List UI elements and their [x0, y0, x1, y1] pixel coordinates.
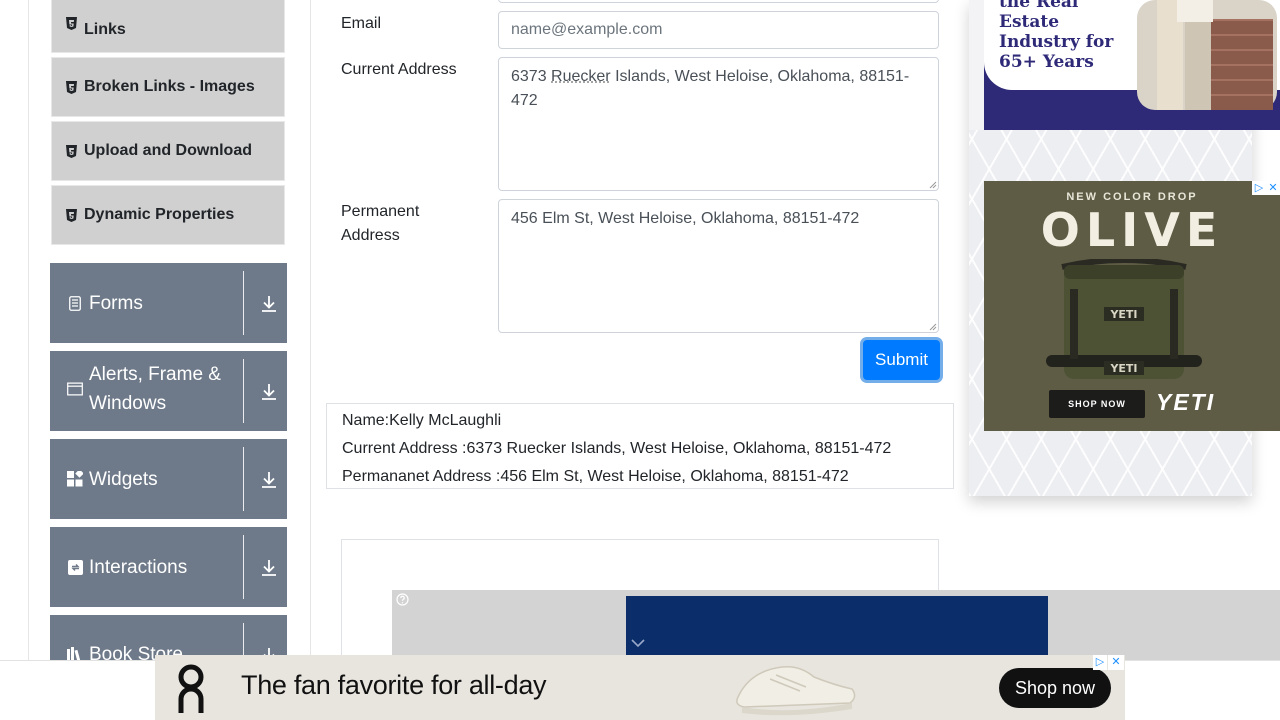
banner-headline: The fan favorite for all-day: [241, 670, 547, 700]
html5-icon: [66, 16, 77, 30]
permanent-address-label: Permanent Address: [341, 203, 420, 244]
cooler-bag-image: YETI YETI: [1046, 259, 1202, 379]
ad-kicker: NEW COLOR DROP: [1066, 191, 1198, 203]
ad-close-icon[interactable]: ✕: [1266, 181, 1280, 195]
submit-button[interactable]: Submit: [863, 340, 940, 380]
sidebar-group-book-store[interactable]: Book Store: [50, 615, 287, 660]
output-current-address: Current Address :6373 Ruecker Islands, W…: [342, 440, 892, 457]
books-icon: [67, 646, 83, 660]
spellcheck-word: Ruecker: [551, 68, 611, 85]
bag-label: YETI: [1109, 308, 1137, 321]
sidebar-item-upload-download[interactable]: Upload and Download: [51, 121, 285, 181]
download-icon[interactable]: [258, 293, 280, 315]
sidebar-group-interactions[interactable]: Interactions: [50, 527, 287, 607]
adchoices-icon[interactable]: ▷: [1252, 181, 1266, 195]
ad-headline: OLIVE: [1040, 203, 1224, 257]
sidebar-item-broken-links[interactable]: Broken Links - Images: [51, 57, 285, 117]
output-name: Name:Kelly McLaughli: [342, 412, 502, 429]
sidebar-group-label: Interactions: [89, 556, 188, 578]
sidebar-item-dynamic-properties[interactable]: Dynamic Properties: [51, 185, 285, 245]
bottom-ad-video[interactable]: [626, 596, 1048, 660]
sidebar-item-label: Broken Links - Images: [84, 78, 255, 95]
html5-icon: [66, 144, 77, 158]
download-icon[interactable]: [258, 381, 280, 403]
ad-photo-people: [1137, 0, 1277, 110]
email-label: Email: [341, 15, 382, 32]
previous-field-bottom-edge: [498, 0, 939, 3]
resize-grip-icon[interactable]: [929, 181, 937, 189]
bag-label: YETI: [1109, 362, 1137, 375]
sidebar-divider: [310, 0, 311, 660]
html5-icon: [66, 208, 77, 222]
group-separator: [243, 359, 244, 423]
current-address-value: 6373 Ruecker Islands, West Heloise, Okla…: [511, 68, 910, 109]
yeti-ad[interactable]: NEW COLOR DROP OLIVE YETI YETI SHOP NOW …: [984, 181, 1280, 431]
permanent-address-value: 456 Elm St, West Heloise, Oklahoma, 8815…: [511, 210, 860, 227]
download-icon[interactable]: [258, 557, 280, 579]
help-icon[interactable]: [396, 593, 409, 606]
group-separator: [243, 447, 244, 511]
widgets-icon: [67, 471, 83, 487]
ad-close-icon[interactable]: ✕: [1108, 655, 1124, 670]
sidebar-group-label: Widgets: [89, 468, 158, 490]
ad-brand: YETI: [1156, 389, 1216, 415]
html5-icon: [66, 80, 77, 94]
group-separator: [243, 535, 244, 599]
sidebar-item-label: Upload and Download: [84, 142, 252, 159]
resize-grip-icon[interactable]: [929, 323, 937, 331]
download-icon[interactable]: [258, 469, 280, 491]
form-icon: [67, 295, 83, 311]
on-banner-ad[interactable]: The fan favorite for all-day Shop now: [155, 655, 1125, 720]
sidebar-item-links[interactable]: Links: [51, 0, 285, 53]
shoe-image: [736, 665, 856, 716]
sidebar-group-widgets[interactable]: Widgets: [50, 439, 287, 519]
sidebar-group-forms[interactable]: Forms: [50, 263, 287, 343]
window-icon: [67, 381, 83, 397]
chevron-down-icon[interactable]: [631, 638, 645, 648]
shop-now-button[interactable]: SHOP NOW: [1049, 390, 1145, 418]
output-panel: Name:Kelly McLaughli Current Address :63…: [326, 403, 954, 489]
adchoices-icon[interactable]: ▷: [1093, 655, 1107, 670]
on-logo: [178, 664, 204, 713]
page-left-border: [28, 0, 29, 660]
group-separator: [243, 271, 244, 335]
sidebar-group-label: Alerts, Frame & Windows: [89, 364, 221, 414]
output-permanent-address: Permananet Address :456 Elm St, West Hel…: [342, 468, 849, 485]
shop-now-button[interactable]: Shop now: [999, 668, 1111, 708]
top-right-ad[interactable]: the Real Estate Industry for 65+ Years: [984, 0, 1280, 130]
sidebar-group-label: Forms: [89, 292, 143, 314]
ad-headline: the Real Estate Industry for 65+ Years: [999, 0, 1114, 72]
email-input[interactable]: [498, 11, 939, 49]
sidebar-item-label: Dynamic Properties: [84, 206, 235, 223]
sidebar-group-alerts-frame-windows[interactable]: Alerts, Frame & Windows: [50, 351, 287, 431]
sidebar-item-label: Links: [84, 21, 126, 38]
interactions-icon: [67, 559, 83, 575]
current-address-label: Current Address: [341, 61, 457, 78]
